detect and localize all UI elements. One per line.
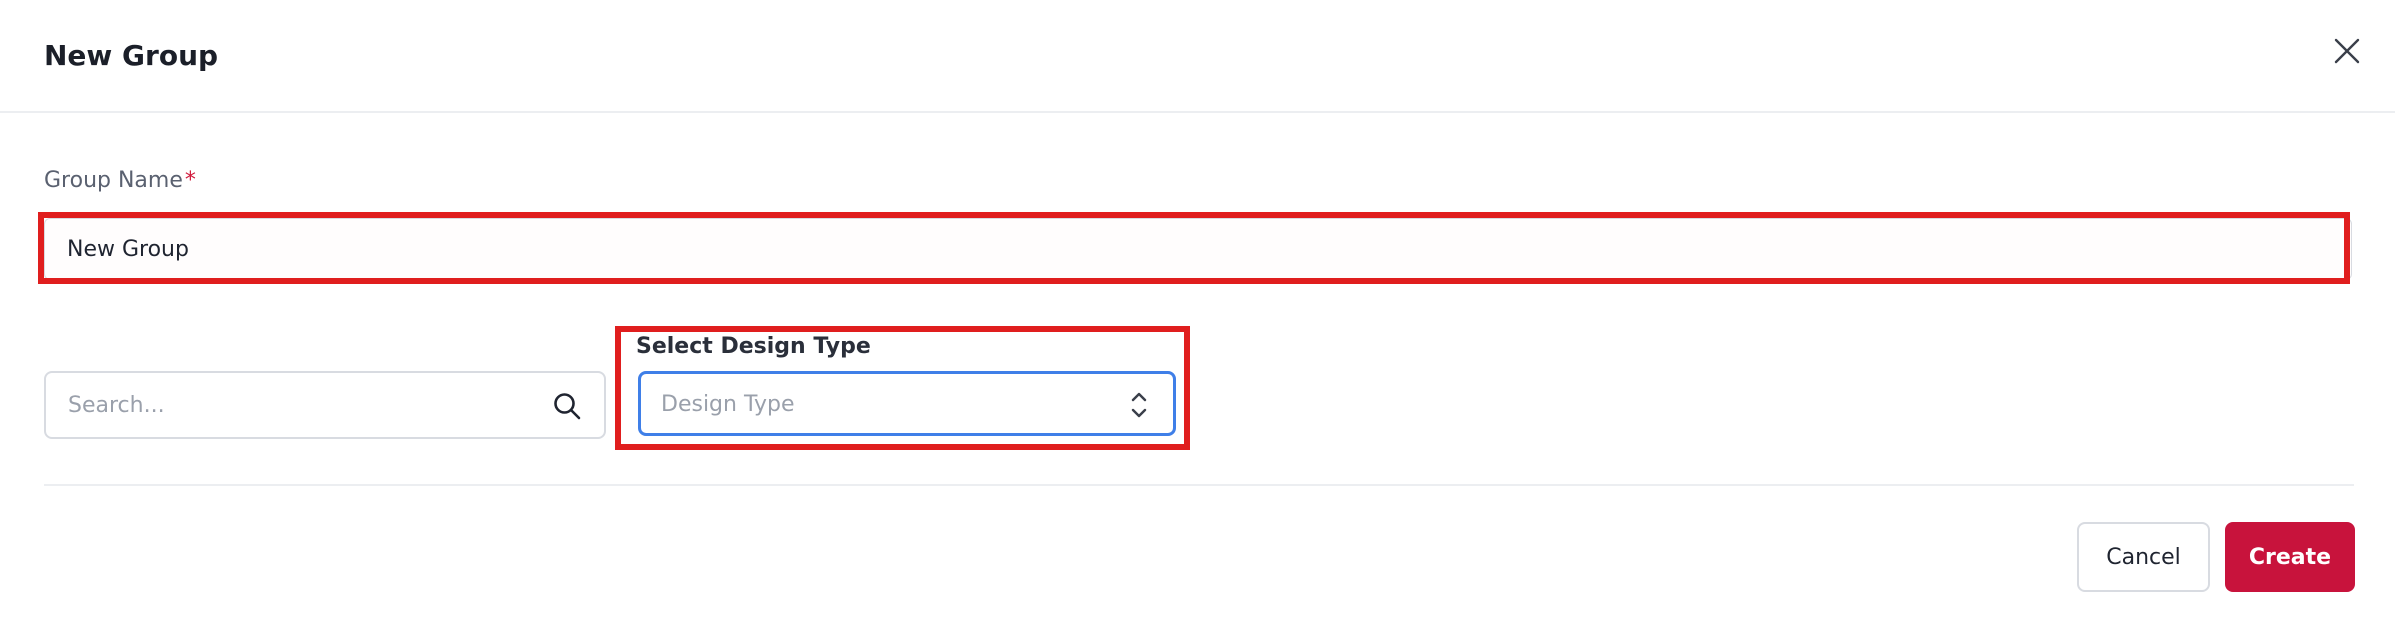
footer-divider [44,484,2354,486]
design-type-select[interactable]: Design Type [638,371,1176,436]
design-type-placeholder: Design Type [661,392,795,417]
group-name-label: Group Name* [44,167,196,195]
dialog-title: New Group [44,39,219,72]
design-type-label: Select Design Type [636,334,871,359]
dialog-header: New Group [0,0,2395,113]
close-icon [2334,38,2360,64]
required-marker: * [184,168,196,193]
search-field [44,371,606,439]
new-group-dialog: New Group Group Name* Select Design Type… [0,0,2395,640]
create-button[interactable]: Create [2225,522,2355,592]
group-name-input[interactable] [44,218,2352,280]
close-button[interactable] [2328,32,2366,70]
cancel-button[interactable]: Cancel [2077,522,2210,592]
search-icon[interactable] [552,391,582,421]
chevron-up-down-icon [1131,392,1147,418]
group-name-label-text: Group Name [44,168,183,193]
search-input[interactable] [44,371,606,439]
